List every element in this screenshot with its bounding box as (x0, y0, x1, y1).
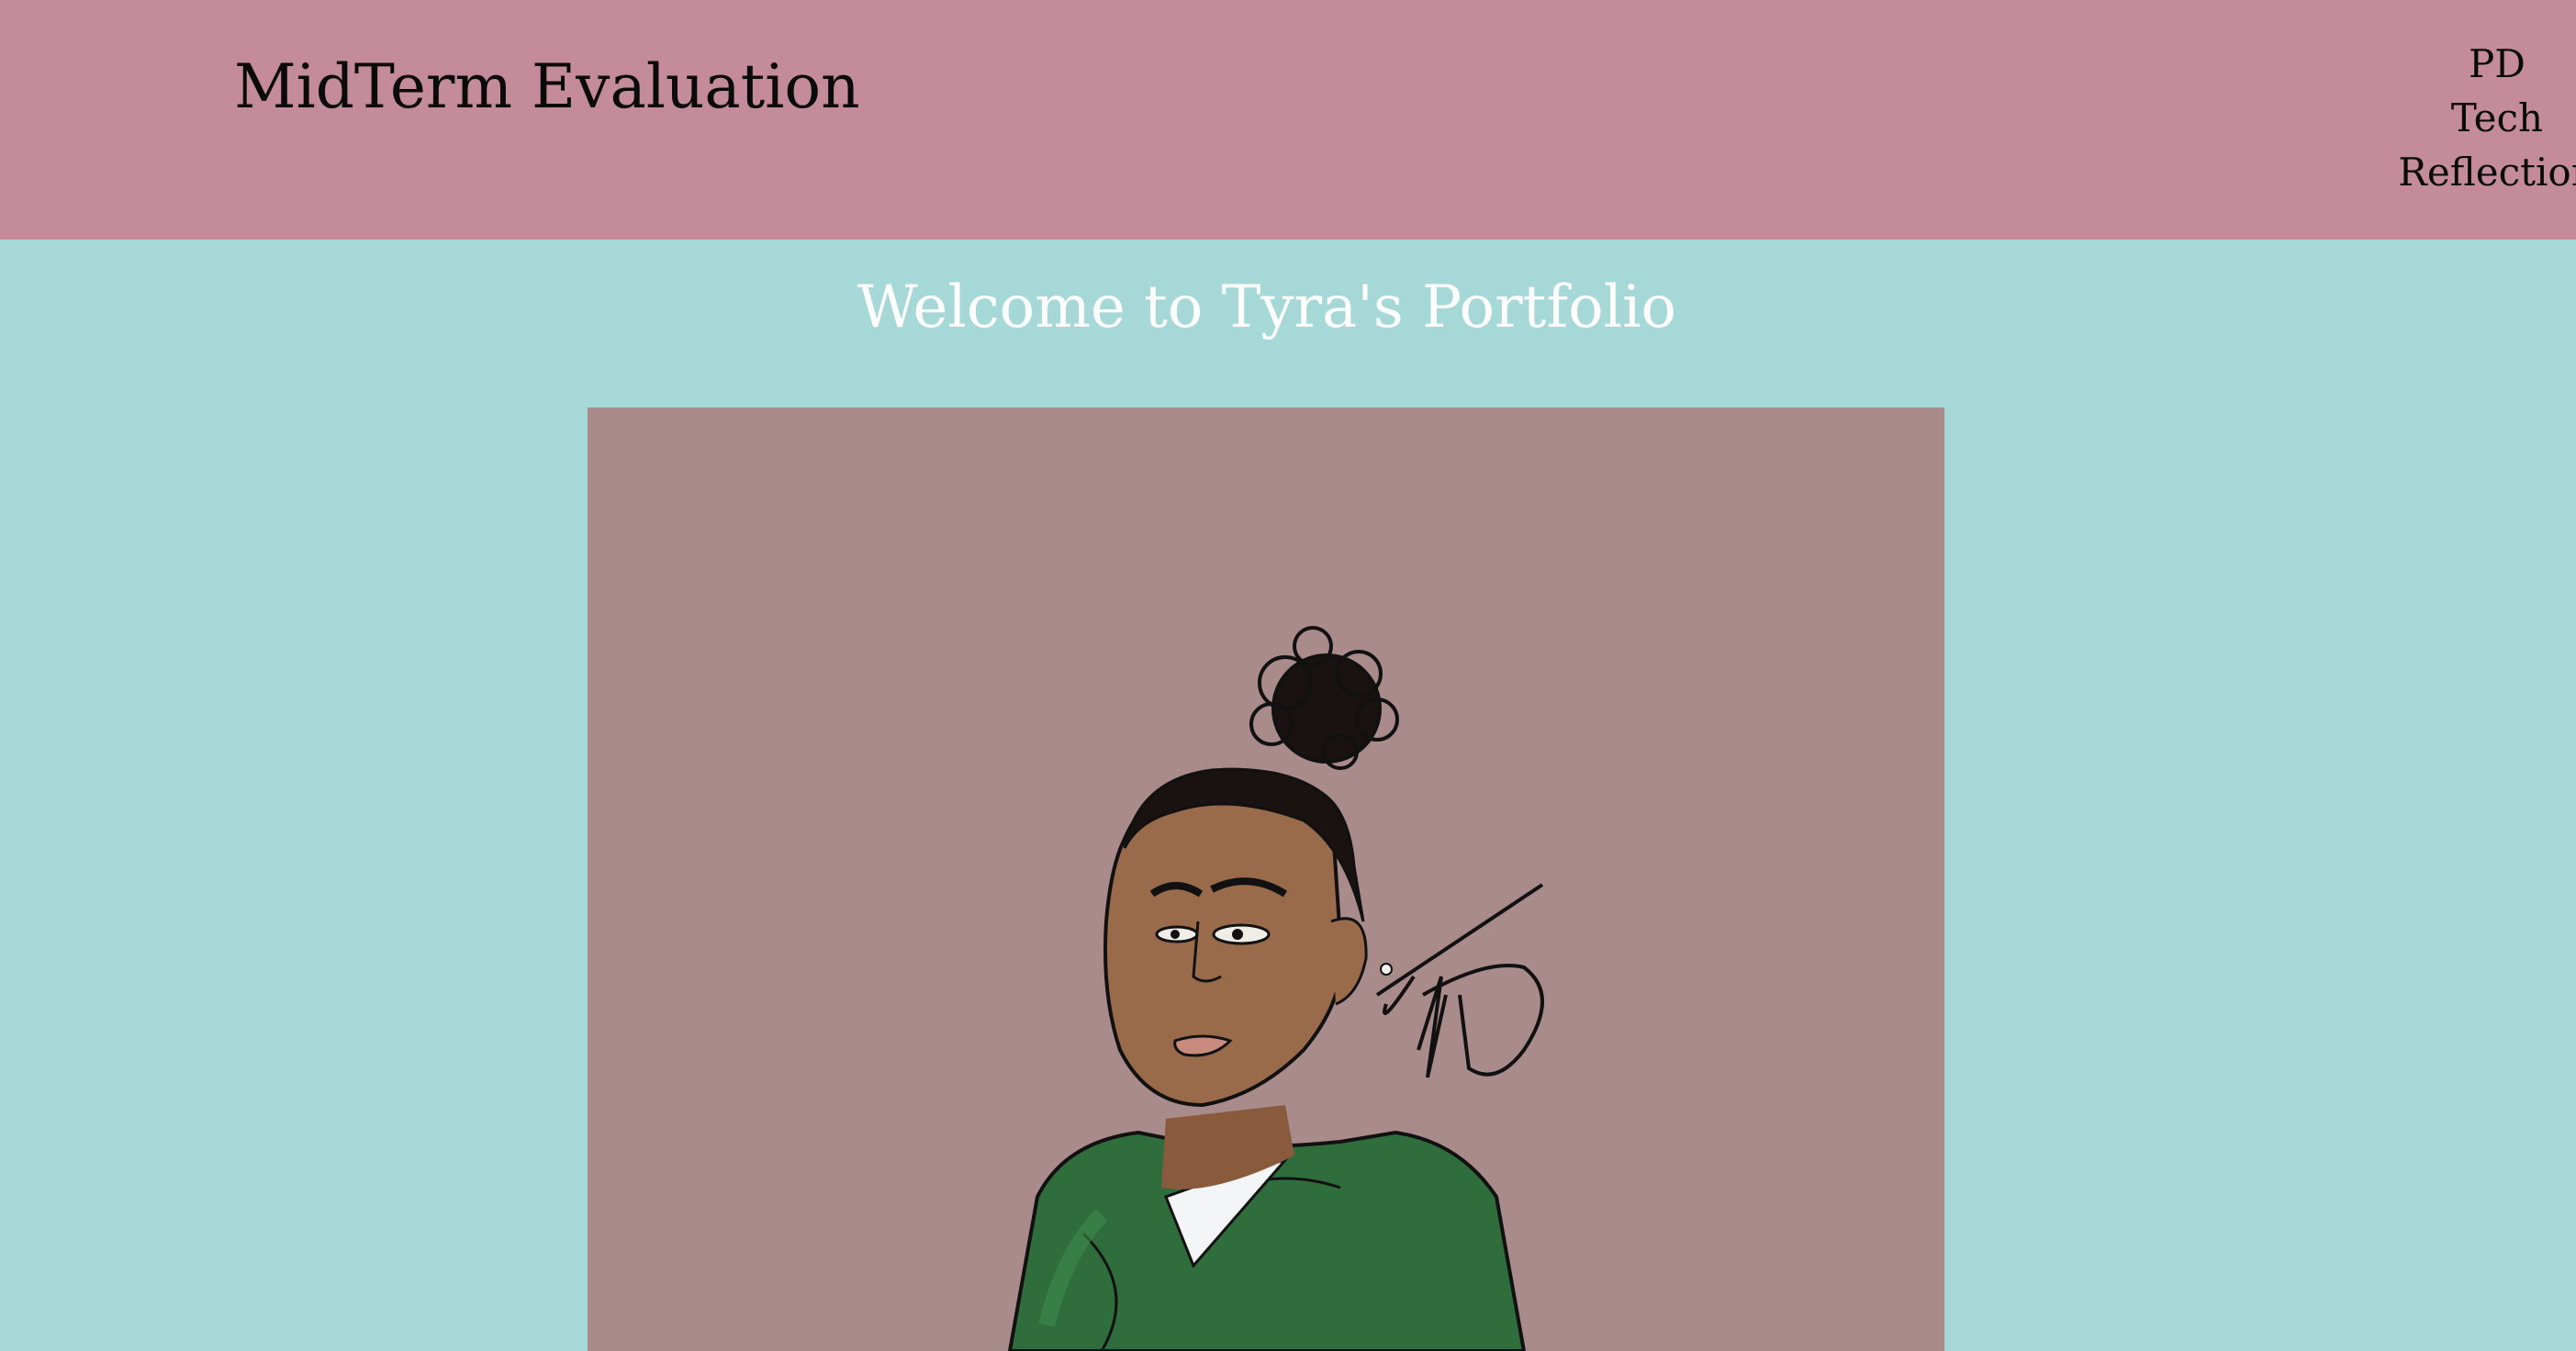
site-header: MidTerm Evaluation PD Tech Reflection (0, 0, 2576, 240)
main-nav: PD Tech Reflection (2350, 37, 2576, 199)
welcome-heading: Welcome to Tyra's Portfolio (857, 274, 1677, 341)
nav-link-reflection[interactable]: Reflection (2350, 145, 2576, 199)
hair-bun (1249, 626, 1399, 770)
nav-link-pd[interactable]: PD (2350, 37, 2576, 91)
portrait-image (588, 408, 1944, 1351)
site-title[interactable]: MidTerm Evaluation (234, 46, 860, 128)
portrait-illustration (1007, 626, 1544, 1351)
artist-signature (1375, 883, 1544, 1078)
nav-link-tech[interactable]: Tech (2350, 91, 2576, 145)
